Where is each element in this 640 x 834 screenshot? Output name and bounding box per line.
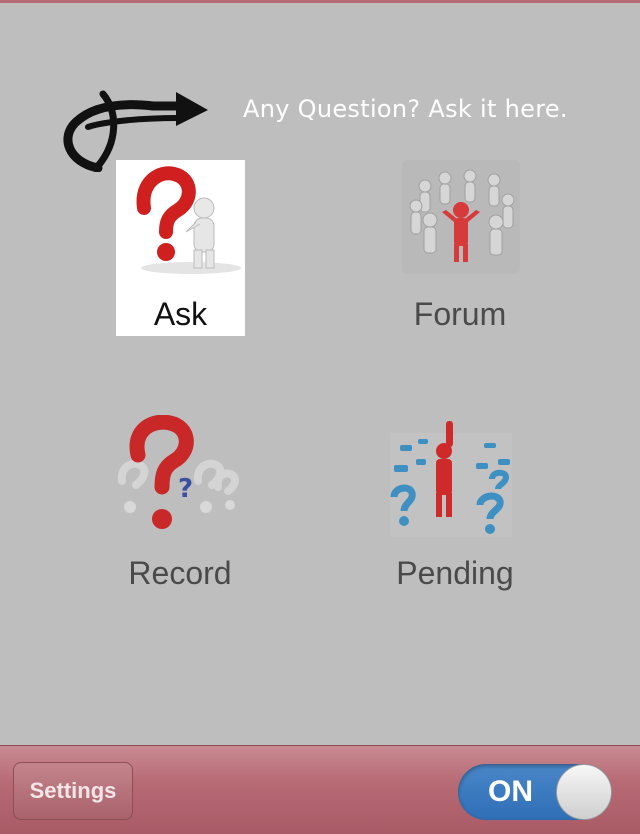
toggle-knob[interactable]	[556, 764, 612, 820]
tile-ask-label: Ask	[153, 296, 208, 332]
top-edge	[0, 0, 640, 3]
question-marks-icon: ?	[117, 415, 239, 529]
group-circle-icon	[402, 160, 520, 274]
tile-record[interactable]: ? Record	[110, 415, 250, 595]
tile-forum-label: Forum	[413, 296, 507, 332]
on-off-toggle[interactable]: ON	[458, 764, 612, 820]
arrow-icon	[63, 90, 208, 172]
settings-button[interactable]: Settings	[13, 762, 133, 820]
tile-pending-label: Pending	[396, 555, 514, 591]
question-mark-person-icon	[116, 160, 245, 280]
tile-forum[interactable]: Forum	[390, 158, 530, 338]
toggle-label: ON	[488, 775, 533, 808]
tile-ask[interactable]: Ask	[116, 160, 245, 336]
tile-record-label: Record	[128, 555, 232, 591]
bottom-toolbar: Settings ON	[0, 745, 640, 834]
tile-pending[interactable]: Pending	[380, 415, 530, 595]
standing-figure-question-marks-icon	[390, 421, 512, 537]
svg-text:?: ?	[178, 474, 193, 504]
screen: Any Question? Ask it here. Ask Forum ? R…	[0, 0, 640, 834]
hint-text: Any Question? Ask it here.	[243, 95, 568, 123]
